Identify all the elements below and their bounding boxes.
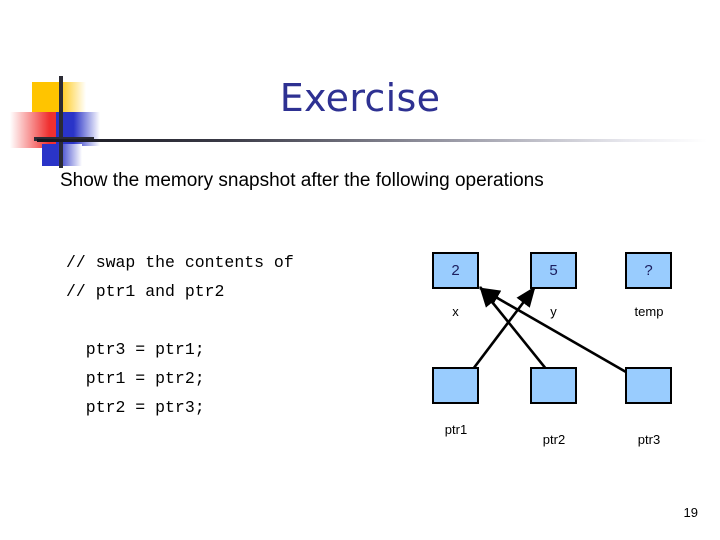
slide-subtitle: Show the memory snapshot after the follo… <box>60 170 544 191</box>
pointer-box-ptr1 <box>432 367 479 404</box>
label-temp: temp <box>634 304 664 319</box>
value-box-temp: ? <box>625 252 672 289</box>
memory-diagram: 2 5 ? x y temp ptr1 ptr2 ptr3 <box>420 240 700 447</box>
title-divider-rule <box>37 139 707 142</box>
slide-number: 19 <box>683 505 698 520</box>
label-ptr2: ptr2 <box>542 432 566 447</box>
pointer-box-ptr2 <box>530 367 577 404</box>
label-ptr3: ptr3 <box>637 432 661 447</box>
pointer-box-ptr3 <box>625 367 672 404</box>
label-x: x <box>452 304 459 319</box>
value-box-x: 2 <box>432 252 479 289</box>
slide-canvas: Exercise Show the memory snapshot after … <box>0 0 720 540</box>
label-y: y <box>550 304 557 319</box>
label-ptr1: ptr1 <box>444 422 468 437</box>
code-listing: // swap the contents of // ptr1 and ptr2… <box>66 252 294 417</box>
slide-title: Exercise <box>279 76 441 120</box>
value-box-y: 5 <box>530 252 577 289</box>
